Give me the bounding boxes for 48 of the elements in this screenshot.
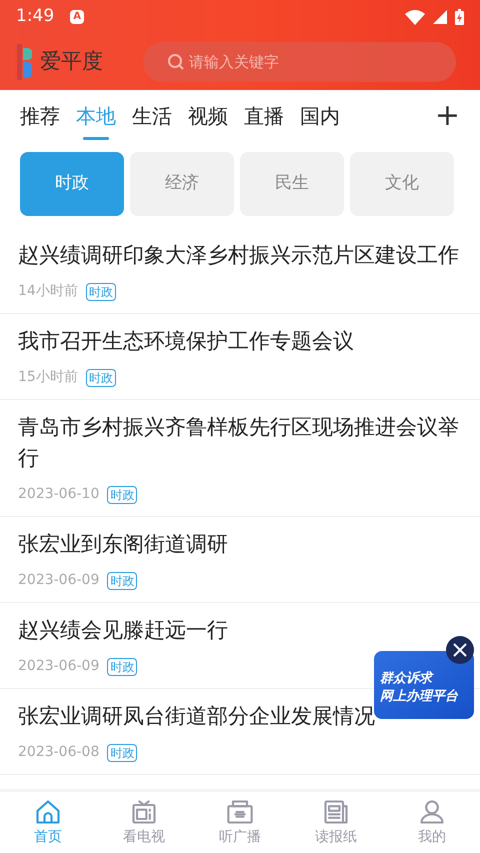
- news-item[interactable]: 张宏业到东阁街道调研 2023-06-09 时政: [0, 517, 480, 603]
- news-title: 赵兴绩会见滕赶远一行: [18, 617, 228, 644]
- notification-badge: A: [70, 10, 84, 24]
- news-tag: 时政: [107, 744, 138, 762]
- tv-icon: [130, 798, 158, 826]
- wifi-icon: [405, 9, 425, 25]
- news-item[interactable]: 青岛市乡村振兴齐鲁样板先行区现场推进会议举行 2023-06-10 时政: [0, 400, 480, 517]
- news-item[interactable]: 赵兴绩调研印象大泽乡村振兴示范片区建设工作 14小时前 时政: [0, 228, 480, 314]
- news-title: 张宏业调研凤台街道部分企业发展情况: [18, 703, 375, 730]
- banner-text: 群众诉求: [380, 670, 435, 688]
- close-icon: [452, 642, 468, 658]
- news-tag: 时政: [86, 368, 116, 386]
- search-icon: [167, 53, 185, 71]
- news-title: 我市召开生态环境保护工作专题会议: [18, 328, 354, 355]
- signal-icon: [433, 10, 447, 24]
- news-title: 赵兴绩调研印象大泽乡村振兴示范片区建设工作: [18, 242, 459, 269]
- floating-banner[interactable]: 群众诉求 网上办理平台: [374, 651, 474, 719]
- newspaper-icon: [322, 798, 350, 826]
- channel-tab[interactable]: 直播: [236, 90, 292, 142]
- logo-icon: [16, 44, 32, 80]
- channel-tab[interactable]: 推荐: [12, 90, 68, 142]
- news-title: 张宏业到东阁街道调研: [18, 531, 228, 558]
- news-tag: 时政: [86, 282, 116, 300]
- logo-text: 爱平度: [40, 48, 103, 76]
- search-field[interactable]: 请输入关键字: [189, 50, 369, 74]
- battery-icon: [455, 9, 464, 25]
- news-tag: 时政: [107, 486, 138, 504]
- house-icon: [34, 798, 62, 826]
- radio-icon: [226, 798, 254, 826]
- channel-tab[interactable]: 国内: [292, 90, 348, 142]
- news-time: 2023-06-08: [18, 743, 100, 762]
- banner-text: 网上办理平台: [380, 688, 460, 706]
- channel-tab[interactable]: 视频: [180, 90, 236, 142]
- search-bar[interactable]: 请输入关键字: [143, 42, 456, 82]
- news-item[interactable]: 我市召开生态环境保护工作专题会议 15小时前 时政: [0, 314, 480, 400]
- add-channel-button[interactable]: +: [426, 101, 468, 131]
- news-time: 2023-06-10: [18, 485, 100, 504]
- channel-tab[interactable]: 生活: [124, 90, 180, 142]
- user-icon: [418, 798, 446, 826]
- close-button[interactable]: [446, 636, 474, 664]
- news-tag: 时政: [107, 658, 138, 676]
- news-time: 2023-06-09: [18, 571, 100, 590]
- news-time: 14小时前: [18, 282, 78, 301]
- news-time: 15小时前: [18, 368, 78, 387]
- news-title: 青岛市乡村振兴齐鲁样板先行区现场推进会议举行: [18, 414, 460, 472]
- status-time: 1:49: [16, 5, 54, 28]
- news-tag: 时政: [107, 572, 138, 590]
- news-time: 2023-06-09: [18, 657, 100, 676]
